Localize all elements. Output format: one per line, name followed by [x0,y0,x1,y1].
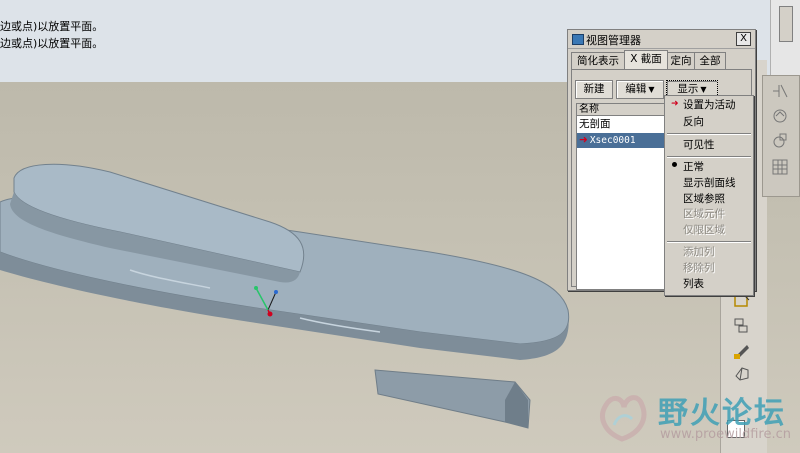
menu-item-flip[interactable]: 反向 [683,115,704,129]
menu-item-remove-column: 移除列 [683,262,715,274]
menu-item-list[interactable]: 列表 [683,277,704,291]
tab-all[interactable]: 全部 [694,52,726,69]
list-header: 名称 [577,104,670,116]
tab-simplified-rep[interactable]: 简化表示 [571,52,625,69]
active-arrow-icon: ➜ [579,134,588,146]
axis-display-icon[interactable] [769,80,791,102]
list-item-label: 无剖面 [579,118,611,130]
message-line: 边或点)以放置平面。 [0,20,104,33]
dialog-title: 视图管理器 [586,34,641,47]
list-item[interactable]: 无剖面 [577,117,670,132]
menu-item-zone-component: 区域元件 [683,208,725,220]
show-dropdown-menu: ➜ 设置为活动 反向 可见性 正常 显示剖面线 区域参照 区域元件 仅限区域 添… [664,95,754,296]
new-button[interactable]: 新建 [575,80,613,99]
dialog-titlebar[interactable]: 视图管理器 X [568,30,755,49]
sketch-tool-icon[interactable] [731,340,753,362]
edit-button-label: 编辑 [625,83,647,95]
watermark-url: www.proewildfire.cn [660,427,791,442]
grid-display-icon[interactable] [769,156,791,178]
dropdown-arrow-icon: ▼ [700,85,707,94]
datum-axis-icon[interactable] [731,315,753,337]
menu-item-show-hatching[interactable]: 显示剖面线 [683,176,736,190]
point-display-icon[interactable] [769,105,791,127]
tab-orient[interactable]: 定向 [667,52,695,69]
new-button-label: 新建 [583,83,605,95]
message-scrollbar[interactable] [770,0,800,80]
menu-item-visibility[interactable]: 可见性 [683,138,715,152]
menu-item-zone-only: 仅限区域 [683,224,725,236]
message-line: 边或点)以放置平面。 [0,37,104,50]
menu-item-zone-reference[interactable]: 区域参照 [683,192,725,206]
dialog-app-icon [572,34,584,45]
menu-separator [667,241,751,243]
close-button[interactable]: X [736,32,751,46]
flame-logo-icon [600,395,647,442]
active-arrow-icon: ➜ [671,99,679,109]
dropdown-arrow-icon: ▼ [648,85,655,94]
menu-item-set-active[interactable]: 设置为活动 [683,98,736,112]
blend-tool-icon[interactable] [731,362,753,384]
list-item-label: Xsec0001 [589,135,636,146]
list-item-selected[interactable]: ➜ Xsec0001 [577,133,670,148]
menu-separator [667,133,751,135]
menu-item-add-column: 添加列 [683,246,715,258]
csys-display-icon[interactable] [769,130,791,152]
xsection-list[interactable]: 名称 无剖面 ➜ Xsec0001 [576,103,671,290]
menu-separator [667,156,751,158]
scroll-thumb[interactable] [779,6,793,42]
view-toolbar [762,75,800,197]
tab-xsection[interactable]: X 截面 [624,50,668,70]
edit-button[interactable]: 编辑 ▼ [616,80,664,99]
forum-watermark: 野火论坛 www.proewildfire.cn [588,385,793,449]
show-button-label: 显示 [677,83,699,95]
menu-item-normal[interactable]: 正常 [683,160,704,174]
watermark-title: 野火论坛 [658,396,786,431]
radio-bullet-icon [672,162,677,167]
